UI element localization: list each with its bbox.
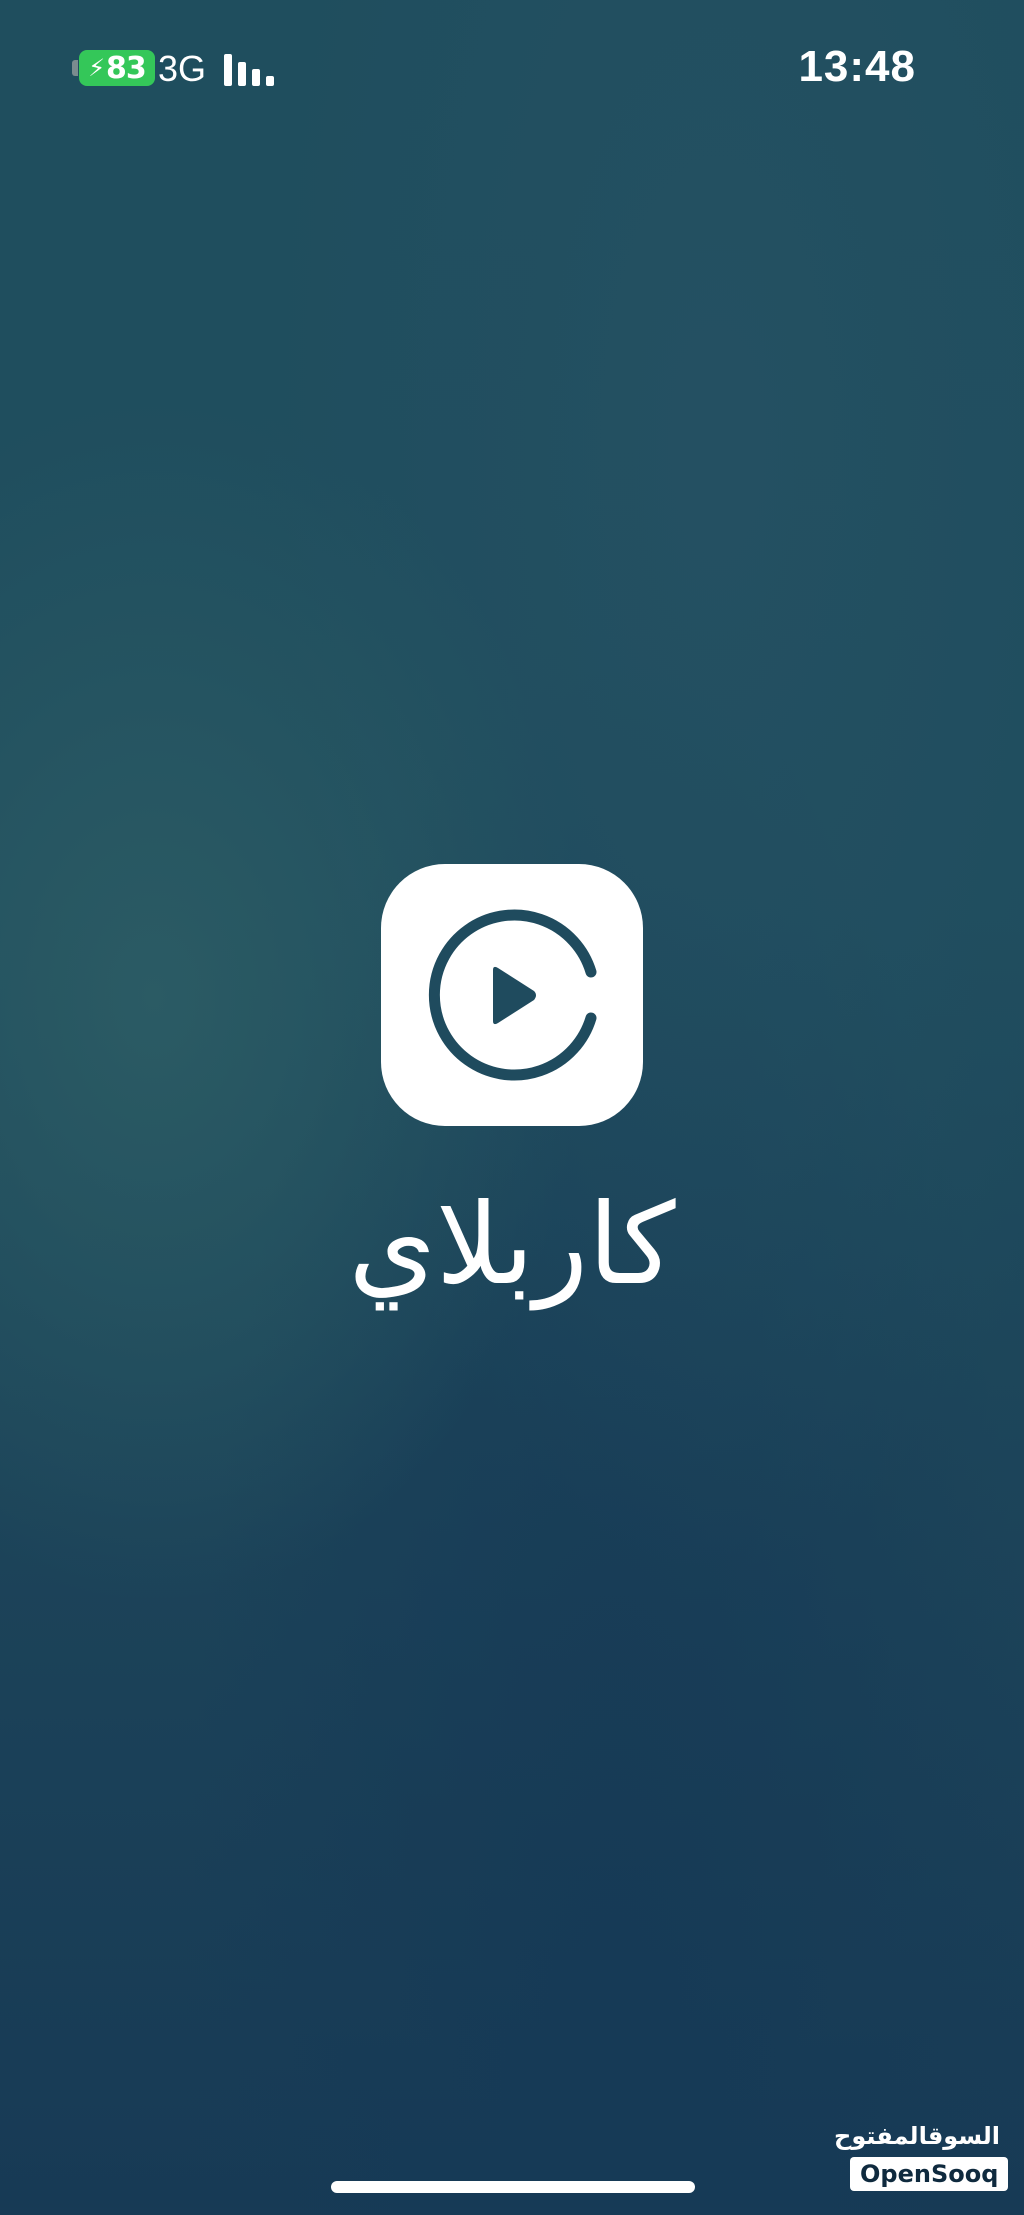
app-name: كاربلاي xyxy=(348,1180,676,1310)
signal-bars-icon xyxy=(224,54,274,86)
status-bar: ⚡ 83 3G 13:48 xyxy=(0,0,1024,140)
status-time: 13:48 xyxy=(798,42,916,91)
network-type: 3G xyxy=(158,48,207,89)
play-circle-c-icon xyxy=(428,909,597,1081)
watermark-english: OpenSooq xyxy=(850,2157,1009,2191)
app-logo xyxy=(381,864,643,1126)
opensooq-watermark: السوقالمفتوح OpenSooq xyxy=(834,2119,1009,2191)
battery-body: ⚡ 83 xyxy=(79,50,155,86)
battery-level: 83 xyxy=(106,50,147,86)
bolt-icon: ⚡ xyxy=(88,54,105,82)
battery-cap xyxy=(72,60,78,76)
battery-indicator: ⚡ 83 xyxy=(72,50,155,86)
home-indicator[interactable] xyxy=(331,2181,695,2193)
watermark-arabic: السوقالمفتوح xyxy=(834,2122,1000,2150)
